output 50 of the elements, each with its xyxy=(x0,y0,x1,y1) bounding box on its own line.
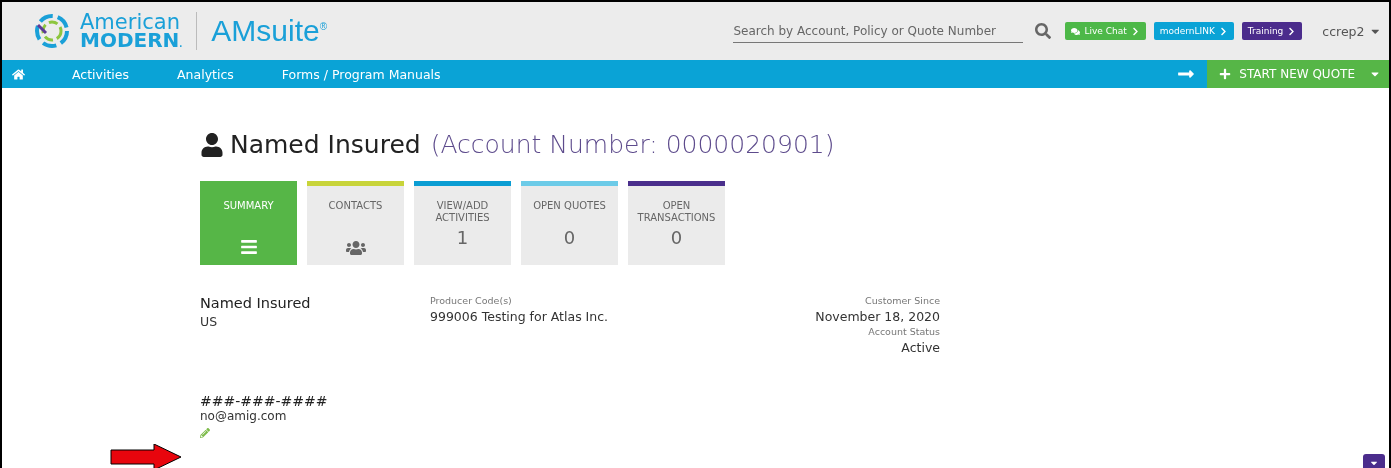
nav-link[interactable]: Forms / Program Manuals xyxy=(281,66,441,82)
status-label: Account Status xyxy=(868,326,940,337)
chat-icon xyxy=(1071,26,1081,36)
arrow-icon xyxy=(110,444,182,468)
insured-country: US xyxy=(200,314,218,329)
product-name: AMsuite$^{®}$ xyxy=(211,14,328,48)
collapse-button[interactable] xyxy=(1363,454,1385,468)
phone-number: ###-###-#### xyxy=(200,393,329,409)
summary-tile[interactable]: VIEW/ADD ACTIVITIES 1 xyxy=(414,181,511,265)
insured-name: Named Insured xyxy=(200,295,311,311)
nav-link[interactable]: Analytics xyxy=(177,66,234,82)
start-quote-button[interactable]: START NEW QUOTE xyxy=(1207,60,1389,88)
chevron-icon xyxy=(1218,26,1228,36)
page-title: Named Insured xyxy=(230,130,421,159)
producer-value: 999006 Testing for Atlas Inc. xyxy=(430,309,609,324)
tile-count: 1 xyxy=(456,228,469,249)
chevron-icon xyxy=(1130,26,1140,36)
summary-tile[interactable]: OPEN TRANSACTIONS 0 xyxy=(628,181,725,265)
people-icon xyxy=(345,238,366,258)
user-icon xyxy=(200,132,224,157)
summary-tile[interactable]: CONTACTS xyxy=(307,181,404,265)
nav-link[interactable]: Activities xyxy=(72,66,130,82)
customer-since-label: Customer Since xyxy=(865,295,940,306)
customer-since: November 18, 2020 xyxy=(815,309,940,324)
email-address: no@amig.com xyxy=(200,409,288,423)
search-icon[interactable] xyxy=(1035,23,1052,39)
link-button[interactable]: Training xyxy=(1241,22,1303,40)
link-button[interactable]: Live Chat xyxy=(1065,22,1146,40)
user-menu[interactable]: ccrep2 xyxy=(1322,23,1381,39)
account-number: (Account Number: 0000020901) xyxy=(430,130,835,159)
plus-icon xyxy=(1219,68,1232,80)
home-icon[interactable] xyxy=(12,67,25,81)
brand-name: MODERN. xyxy=(80,31,183,50)
tile-label: VIEW/ADD ACTIVITIES xyxy=(434,200,491,224)
summary-tile[interactable]: OPEN QUOTES 0 xyxy=(521,181,618,265)
tile-label: OPEN QUOTES xyxy=(533,200,606,213)
tile-label: OPEN TRANSACTIONS xyxy=(636,200,717,224)
tile-label: SUMMARY xyxy=(223,200,274,213)
logo-icon xyxy=(32,13,72,49)
tile-label: CONTACTS xyxy=(328,200,383,213)
brand-name: American xyxy=(80,12,181,32)
link-button[interactable]: modernLINK xyxy=(1153,22,1234,40)
search-field[interactable]: Search by Account, Policy or Quote Number xyxy=(733,19,1024,43)
producer-label: Producer Code(s) xyxy=(430,295,512,306)
tile-count: 0 xyxy=(563,228,576,249)
account-status: Active xyxy=(901,340,940,355)
chevron-icon xyxy=(1287,26,1297,36)
summary-tile[interactable]: SUMMARY xyxy=(200,181,297,265)
tile-count: 0 xyxy=(670,228,683,249)
menu-icon xyxy=(239,238,258,256)
